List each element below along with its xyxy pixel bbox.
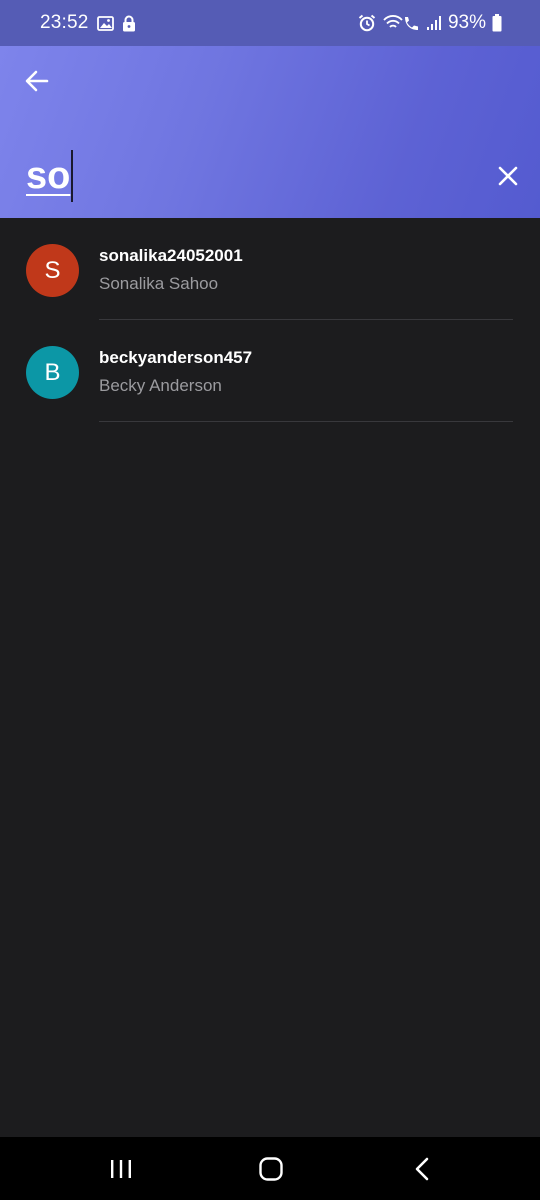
status-time: 23:52: [40, 12, 89, 33]
system-back-button[interactable]: [408, 1155, 436, 1183]
clear-search-button[interactable]: [494, 162, 522, 190]
lock-icon: [122, 15, 136, 32]
search-input[interactable]: so: [26, 148, 456, 204]
avatar: S: [26, 244, 79, 297]
close-icon: [494, 162, 522, 190]
divider: [99, 421, 513, 422]
list-item[interactable]: B beckyanderson457 Becky Anderson: [0, 320, 540, 422]
avatar: B: [26, 346, 79, 399]
result-username: beckyanderson457: [99, 348, 253, 367]
alarm-icon: [358, 14, 376, 32]
home-icon: [257, 1155, 285, 1183]
recents-button[interactable]: [107, 1155, 135, 1183]
search-results-list: S sonalika24052001 Sonalika Sahoo B beck…: [0, 218, 540, 422]
status-bar: 23:52 93%: [0, 0, 540, 46]
home-button[interactable]: [257, 1155, 285, 1183]
search-query-text[interactable]: so: [26, 148, 70, 204]
recents-icon: [107, 1155, 135, 1183]
system-navigation-bar: [0, 1137, 540, 1200]
wifi-call-icon: [382, 14, 420, 32]
gallery-icon: [96, 15, 114, 31]
back-chevron-icon: [408, 1155, 436, 1183]
back-button[interactable]: [22, 66, 52, 96]
battery-percent: 93%: [447, 12, 486, 33]
result-username: sonalika24052001: [99, 246, 243, 265]
result-full-name: Becky Anderson: [99, 376, 222, 395]
text-cursor: [71, 150, 74, 202]
result-full-name: Sonalika Sahoo: [99, 274, 219, 293]
signal-icon: [426, 15, 442, 31]
list-item[interactable]: S sonalika24052001 Sonalika Sahoo: [0, 218, 540, 320]
arrow-left-icon: [22, 66, 52, 96]
battery-icon: [492, 14, 502, 32]
